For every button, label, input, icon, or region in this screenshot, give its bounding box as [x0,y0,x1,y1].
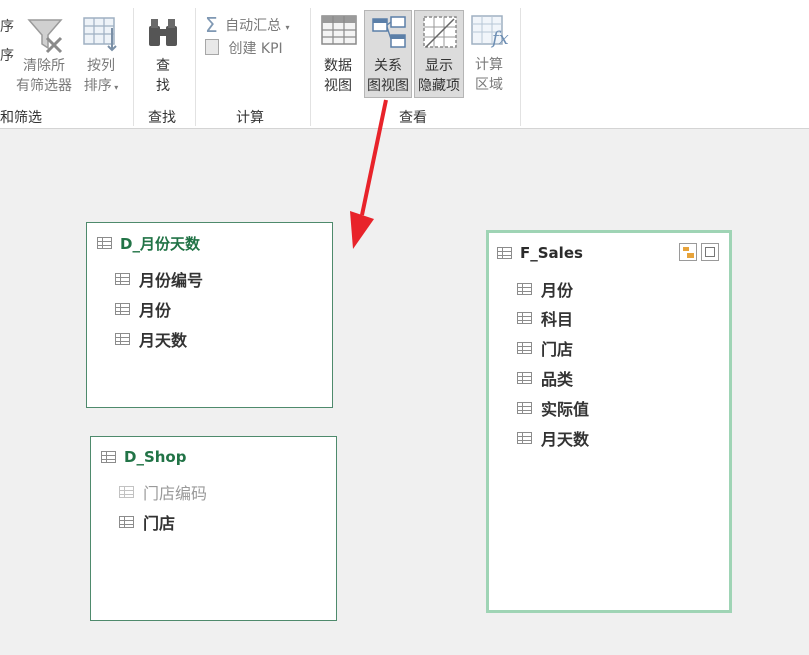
column-item[interactable]: 门店 [517,336,573,360]
ribbon: 序 序 清除所 有筛选器 按列 排序 ▾ 查 找 Σ 自动汇总 ▾ 创建 KPI… [0,0,809,129]
column-item[interactable]: 月天数 [517,426,589,450]
column-icon [517,372,532,384]
clear-filters-label-1: 清除所 [23,58,65,74]
group-label-find: 查找 [148,110,176,126]
table-card-month-days[interactable]: D_月份天数 月份编号 月份 月天数 [86,222,333,408]
table-card-shop[interactable]: D_Shop 门店编码 门店 [90,436,337,621]
kpi-icon [205,39,219,55]
collapse-table-icon[interactable] [679,243,697,261]
column-icon [517,283,532,295]
column-icon [115,303,130,315]
column-item[interactable]: 门店 [119,510,175,534]
auto-sum-button[interactable]: Σ 自动汇总 ▾ [205,13,290,38]
table-header[interactable]: D_Shop [101,445,186,469]
column-label: 门店编码 [143,484,208,503]
table-header[interactable]: D_月份天数 [97,231,200,255]
find-label-1: 查 [156,58,170,74]
column-icon [517,312,532,324]
column-icon [115,333,130,345]
column-label: 门店 [541,340,574,359]
show-hidden-button[interactable]: 显示 隐藏项 [414,10,464,98]
diagram-view-button[interactable]: 关系 图视图 [364,10,412,98]
column-label: 科目 [541,310,574,329]
calc-area-label-1: 计算 [475,57,503,73]
group-separator [133,8,134,126]
column-item[interactable]: 月份编号 [115,267,203,291]
diagram-view-label-2: 图视图 [367,78,409,94]
column-icon [115,273,130,285]
show-hidden-label-2: 隐藏项 [418,78,460,94]
column-label: 月天数 [139,331,188,350]
table-icon [101,451,116,463]
binoculars-icon [149,19,177,46]
data-view-icon [321,15,357,45]
column-item-hidden[interactable]: 门店编码 [119,480,207,504]
chevron-down-icon: ▾ [111,83,119,92]
column-icon [517,432,532,444]
clear-filter-icon [27,19,63,54]
column-item[interactable]: 月份 [517,277,573,301]
column-item[interactable]: 实际值 [517,396,589,420]
column-icon [119,486,134,498]
column-item[interactable]: 月天数 [115,327,187,351]
clear-filters-button[interactable]: 清除所 有筛选器 [12,12,76,96]
calc-area-label-2: 区域 [475,77,503,93]
maximize-table-icon[interactable] [701,243,719,261]
group-separator [195,8,196,126]
table-header[interactable]: F_Sales [497,241,583,265]
diagram-view-label-1: 关系 [374,58,402,74]
sigma-icon: Σ [205,13,218,37]
data-view-button[interactable]: 数据 视图 [315,10,361,98]
table-title: D_月份天数 [120,234,200,253]
red-arrow-annotation [350,99,388,249]
group-label-calc: 计算 [236,110,264,126]
svg-text:fx: fx [490,28,509,49]
calc-area-button[interactable]: fx 计算 区域 [466,10,512,98]
group-label-view: 查看 [399,110,427,126]
find-label-2: 找 [156,78,170,94]
show-hidden-label-1: 显示 [425,58,453,74]
clear-filters-label-2: 有筛选器 [16,78,72,94]
show-hidden-icon [423,16,457,48]
column-item[interactable]: 品类 [517,366,573,390]
group-label-sort-filter: 和筛选 [0,110,42,126]
find-button[interactable]: 查 找 [140,12,186,96]
column-label: 月份 [139,301,172,320]
column-label: 门店 [143,514,176,533]
column-item[interactable]: 月份 [115,297,171,321]
column-label: 月份 [541,281,574,300]
table-title: D_Shop [124,448,187,466]
column-label: 月份编号 [139,271,204,290]
column-label: 实际值 [541,400,590,419]
column-icon [517,342,532,354]
chevron-down-icon: ▾ [285,23,290,32]
data-view-label-2: 视图 [324,78,352,94]
sort-by-column-button[interactable]: 按列 排序 ▾ [78,12,124,96]
sort-by-column-label-2: 排序 ▾ [83,78,119,94]
table-icon [97,237,112,249]
table-title: F_Sales [520,244,583,262]
column-icon [119,516,134,528]
data-view-label-1: 数据 [324,58,352,74]
column-label: 品类 [541,370,574,389]
sort-by-column-label-1: 按列 [87,58,115,74]
diagram-view-icon [372,16,406,48]
column-label: 月天数 [541,430,590,449]
column-icon [517,402,532,414]
table-card-sales[interactable]: F_Sales 月份 科目 门店 品类 实际值 月天数 [486,230,732,613]
table-icon [497,247,512,259]
group-separator [520,8,521,126]
column-item[interactable]: 科目 [517,306,573,330]
sort-by-column-icon [83,17,117,52]
calc-area-icon: fx [471,15,509,49]
group-separator [310,8,311,126]
create-kpi-button[interactable]: 创建 KPI [205,39,283,59]
